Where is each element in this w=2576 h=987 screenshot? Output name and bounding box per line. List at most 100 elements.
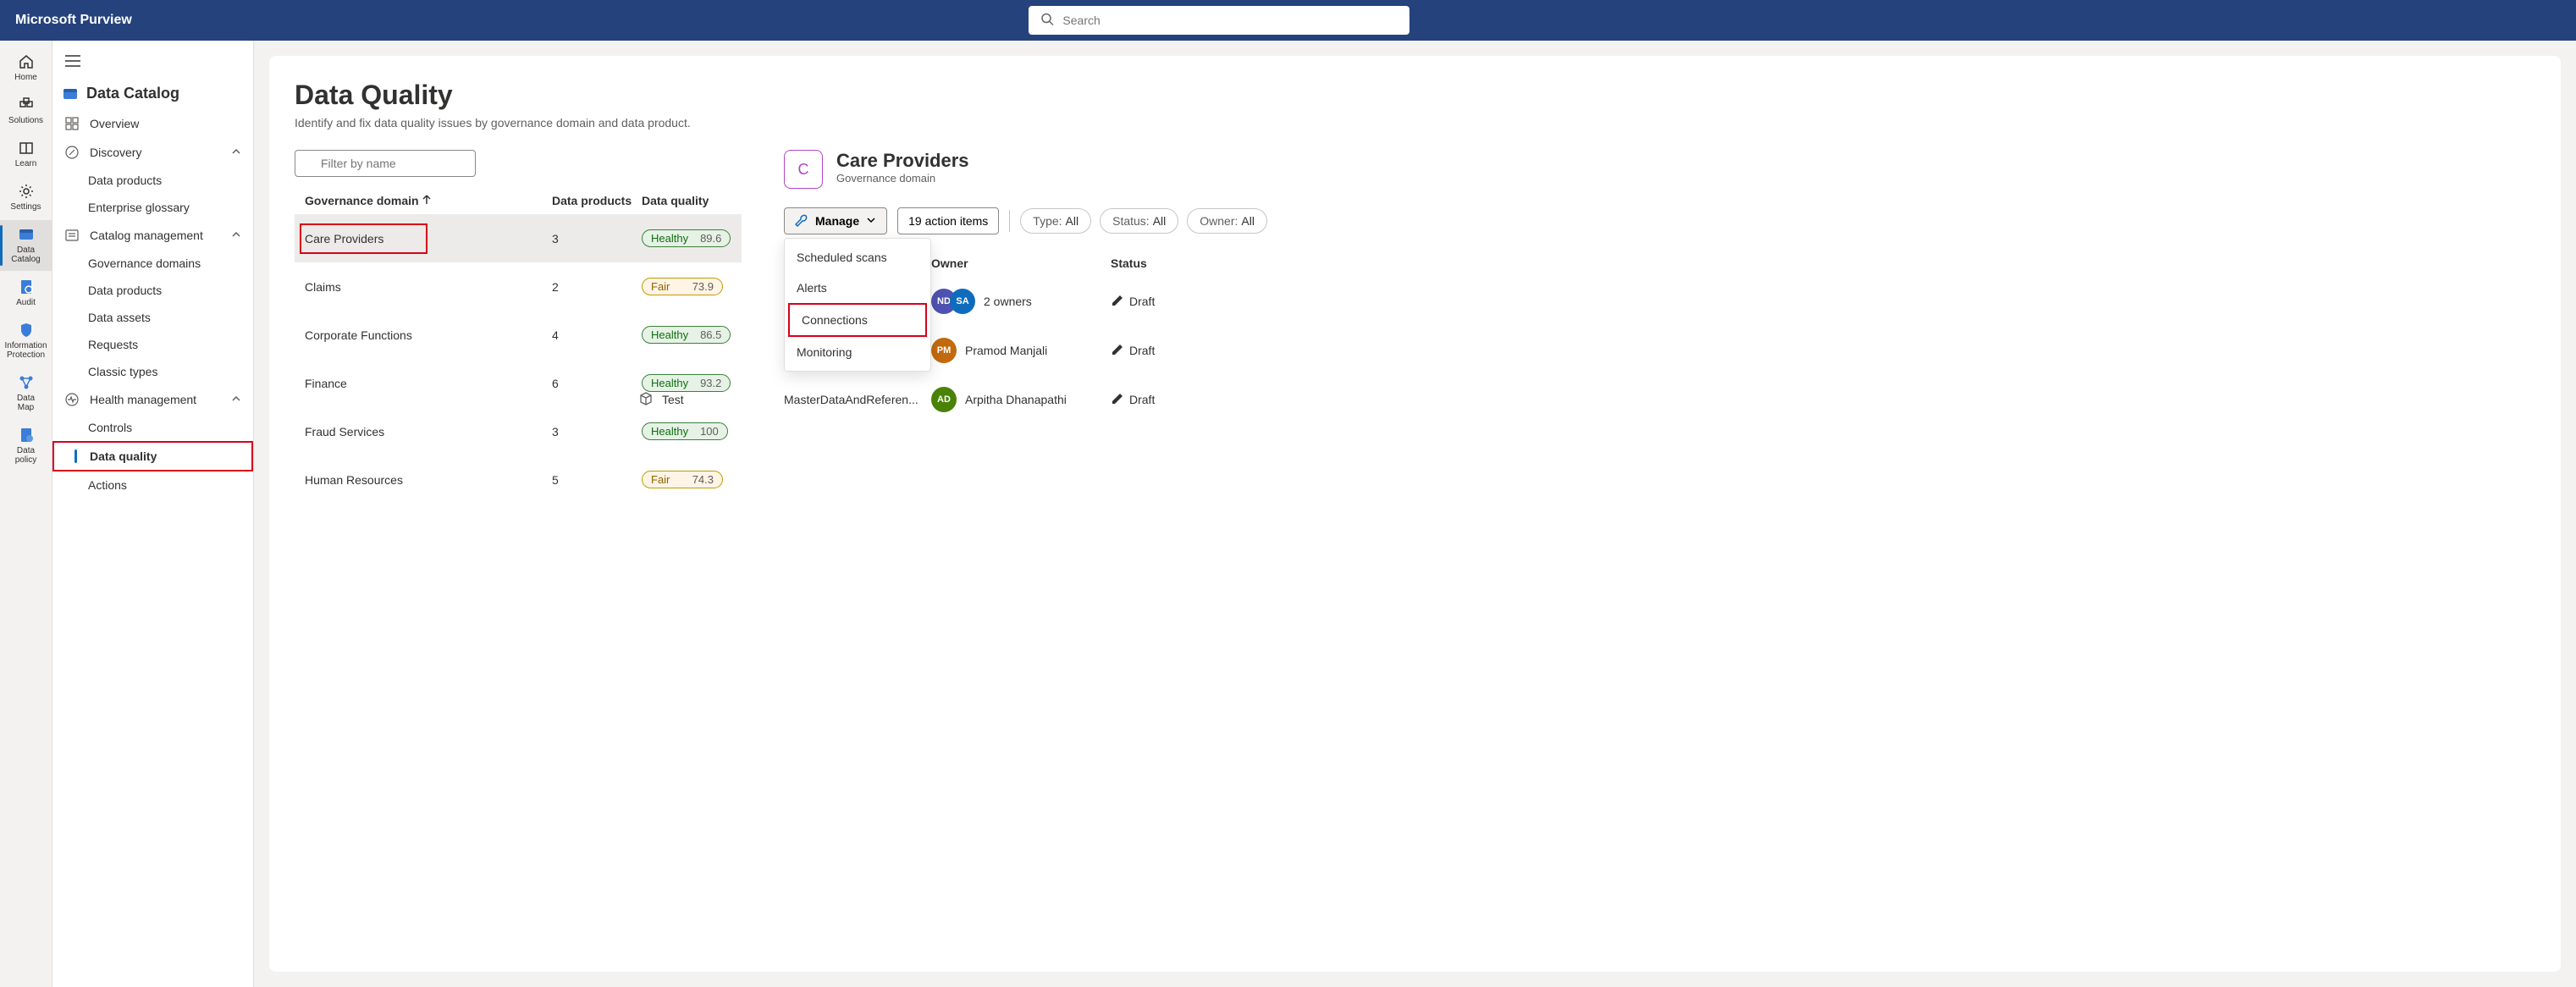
data-product-row[interactable]: AnalyticalNDSA2 ownersDraft (784, 277, 2535, 326)
col-governance-domain[interactable]: Governance domain (305, 194, 552, 207)
quality-badge: Healthy100 (642, 422, 728, 440)
domain-dp-count: 3 (552, 232, 642, 245)
domain-name: Finance (305, 377, 347, 390)
dp-type: MasterDataAndReferen... (784, 393, 931, 406)
col-data-products[interactable]: Data products (552, 194, 642, 207)
domain-name: Claims (305, 280, 341, 294)
nav-overview[interactable]: Overview (52, 109, 253, 138)
search-wrap (1029, 6, 1409, 35)
filter-pill-type[interactable]: Type:All (1020, 208, 1091, 234)
cube-icon (638, 391, 654, 409)
quality-badge: Healthy86.5 (642, 326, 731, 344)
nav-item-data-assets[interactable]: Data assets (52, 304, 253, 331)
rail-item-home[interactable]: Home (0, 47, 52, 89)
data-product-row[interactable]: DatasetPMPramod ManjaliDraft (784, 326, 2535, 375)
hamburger-icon[interactable] (63, 51, 83, 71)
search-input[interactable] (1029, 6, 1409, 35)
manage-button[interactable]: Manage (784, 207, 887, 234)
nav-item-data-products[interactable]: Data products (52, 277, 253, 304)
sort-asc-icon (422, 194, 431, 207)
rail-item-learn[interactable]: Learn (0, 134, 52, 175)
nav-title: Data Catalog (52, 78, 253, 109)
domain-dp-count: 6 (552, 377, 642, 390)
nav-panel: Data Catalog Overview Discovery Data pro… (52, 41, 254, 987)
rail-item-solutions[interactable]: Solutions (0, 91, 52, 132)
dp-owner: PMPramod Manjali (931, 338, 1111, 363)
data-policy-icon (17, 426, 36, 444)
menu-item-scheduled-scans[interactable]: Scheduled scans (785, 242, 930, 273)
data-catalog-icon (17, 225, 36, 244)
compass-icon (64, 145, 80, 160)
dp-status: Draft (1111, 294, 1178, 310)
col-status[interactable]: Status (1111, 256, 1178, 270)
domain-name: Human Resources (305, 473, 403, 487)
search-icon (1040, 13, 1054, 29)
chevron-up-icon (231, 146, 241, 159)
nav-health-management[interactable]: Health management (52, 385, 253, 414)
learn-icon (17, 139, 36, 157)
nav-item-data-quality[interactable]: Data quality (52, 441, 253, 471)
nav-catalog-management[interactable]: Catalog management (52, 221, 253, 250)
quality-badge: Fair73.9 (642, 278, 723, 295)
owner-avatar: AD (931, 387, 957, 412)
filter-pill-owner[interactable]: Owner:All (1187, 208, 1267, 234)
domain-subtype: Governance domain (836, 172, 969, 185)
dp-owner: ADArpitha Dhanapathi (931, 387, 1111, 412)
domain-row[interactable]: Corporate Functions4Healthy86.5 (295, 311, 742, 359)
rail-item-data-catalog[interactable]: DataCatalog (0, 220, 52, 271)
chevron-up-icon (231, 229, 241, 242)
menu-item-connections[interactable]: Connections (788, 303, 927, 337)
domain-dp-count: 3 (552, 425, 642, 438)
domain-name: Corporate Functions (305, 328, 412, 342)
filter-pill-status[interactable]: Status:All (1100, 208, 1178, 234)
home-icon (17, 52, 36, 71)
menu-item-monitoring[interactable]: Monitoring (785, 337, 930, 367)
domain-dp-count: 5 (552, 473, 642, 487)
chevron-down-icon (866, 214, 876, 228)
action-items-button[interactable]: 19 action items (897, 207, 999, 234)
rail-item-data-map[interactable]: DataMap (0, 368, 52, 419)
pulse-icon (64, 392, 80, 407)
quality-badge: Healthy93.2 (642, 374, 731, 392)
nav-discovery[interactable]: Discovery (52, 138, 253, 167)
page-title: Data Quality (295, 80, 2535, 111)
rail-item-audit[interactable]: Audit (0, 273, 52, 314)
page-subtitle: Identify and fix data quality issues by … (295, 116, 2535, 130)
settings-icon (17, 182, 36, 201)
audit-icon (17, 278, 36, 296)
quality-badge: Fair74.3 (642, 471, 723, 488)
owner-avatar: PM (931, 338, 957, 363)
dp-table-header: Type Owner Status (784, 250, 2535, 277)
data-product-row[interactable]: TestMasterDataAndReferen...ADArpitha Dha… (784, 375, 2535, 424)
domain-row[interactable]: Claims2Fair73.9 (295, 262, 742, 311)
col-data-quality[interactable]: Data quality (642, 194, 731, 207)
separator (1009, 210, 1010, 232)
domain-table-header: Governance domain Data products Data qua… (295, 187, 742, 214)
domain-avatar: C (784, 150, 823, 189)
nav-item-data-products[interactable]: Data products (52, 167, 253, 194)
menu-item-alerts[interactable]: Alerts (785, 273, 930, 303)
domain-row[interactable]: Human Resources 5Fair74.3 (295, 455, 742, 504)
domain-name: Care Providers (300, 223, 427, 254)
dp-status: Draft (1111, 392, 1178, 408)
nav-item-controls[interactable]: Controls (52, 414, 253, 441)
col-owner[interactable]: Owner (931, 256, 1111, 270)
nav-item-enterprise-glossary[interactable]: Enterprise glossary (52, 194, 253, 221)
rail-item-settings[interactable]: Settings (0, 177, 52, 218)
rail-item-information-protection[interactable]: InformationProtection (0, 316, 52, 367)
nav-item-actions[interactable]: Actions (52, 471, 253, 499)
main-area: Data Quality Identify and fix data quali… (254, 41, 2576, 987)
nav-item-requests[interactable]: Requests (52, 331, 253, 358)
catalog-icon (63, 86, 78, 102)
nav-item-governance-domains[interactable]: Governance domains (52, 250, 253, 277)
nav-item-classic-types[interactable]: Classic types (52, 358, 253, 385)
quality-badge: Healthy89.6 (642, 229, 731, 247)
list-icon (64, 228, 80, 243)
domain-row[interactable]: Care Providers 3Healthy89.6 (295, 214, 742, 262)
draft-icon (1111, 392, 1124, 408)
rail-item-data-policy[interactable]: Datapolicy (0, 421, 52, 471)
manage-menu: Scheduled scansAlertsConnectionsMonitori… (784, 238, 931, 372)
domain-row[interactable]: Fraud Services3Healthy100 (295, 407, 742, 455)
filter-input[interactable] (295, 150, 476, 177)
draft-icon (1111, 343, 1124, 359)
